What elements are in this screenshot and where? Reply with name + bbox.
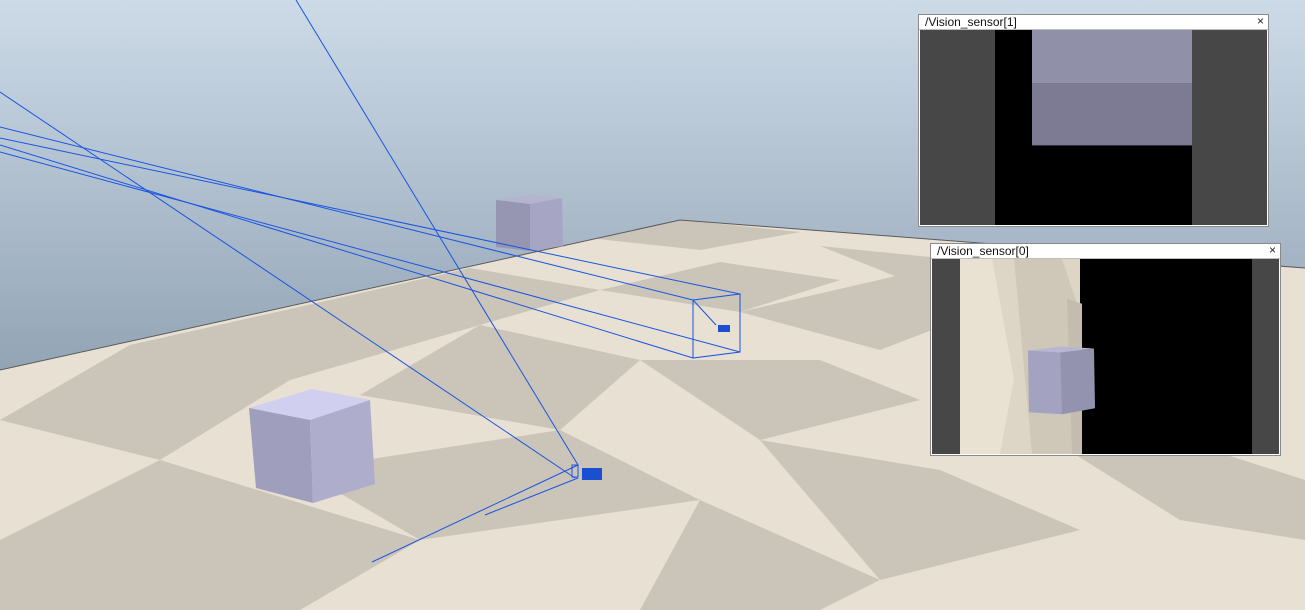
floating-view-vision-sensor-0[interactable]: /Vision_sensor[0] × [930, 243, 1281, 456]
floating-view-titlebar[interactable]: /Vision_sensor[1] × [919, 14, 1268, 30]
vision-sensor-1-image [920, 30, 1267, 225]
cube-back[interactable] [496, 195, 563, 251]
vision-sensor-1[interactable] [718, 325, 730, 332]
floating-view-vision-sensor-1[interactable]: /Vision_sensor[1] × [918, 14, 1269, 227]
cube-front[interactable] [249, 389, 375, 503]
vision-sensor-0-image [932, 259, 1279, 454]
close-icon[interactable]: × [1257, 14, 1264, 28]
floating-view-titlebar[interactable]: /Vision_sensor[0] × [931, 243, 1280, 259]
floating-view-title: /Vision_sensor[0] [937, 244, 1029, 258]
floating-view-title: /Vision_sensor[1] [925, 15, 1017, 29]
close-icon[interactable]: × [1269, 243, 1276, 257]
vision-sensor-0[interactable] [582, 468, 602, 480]
